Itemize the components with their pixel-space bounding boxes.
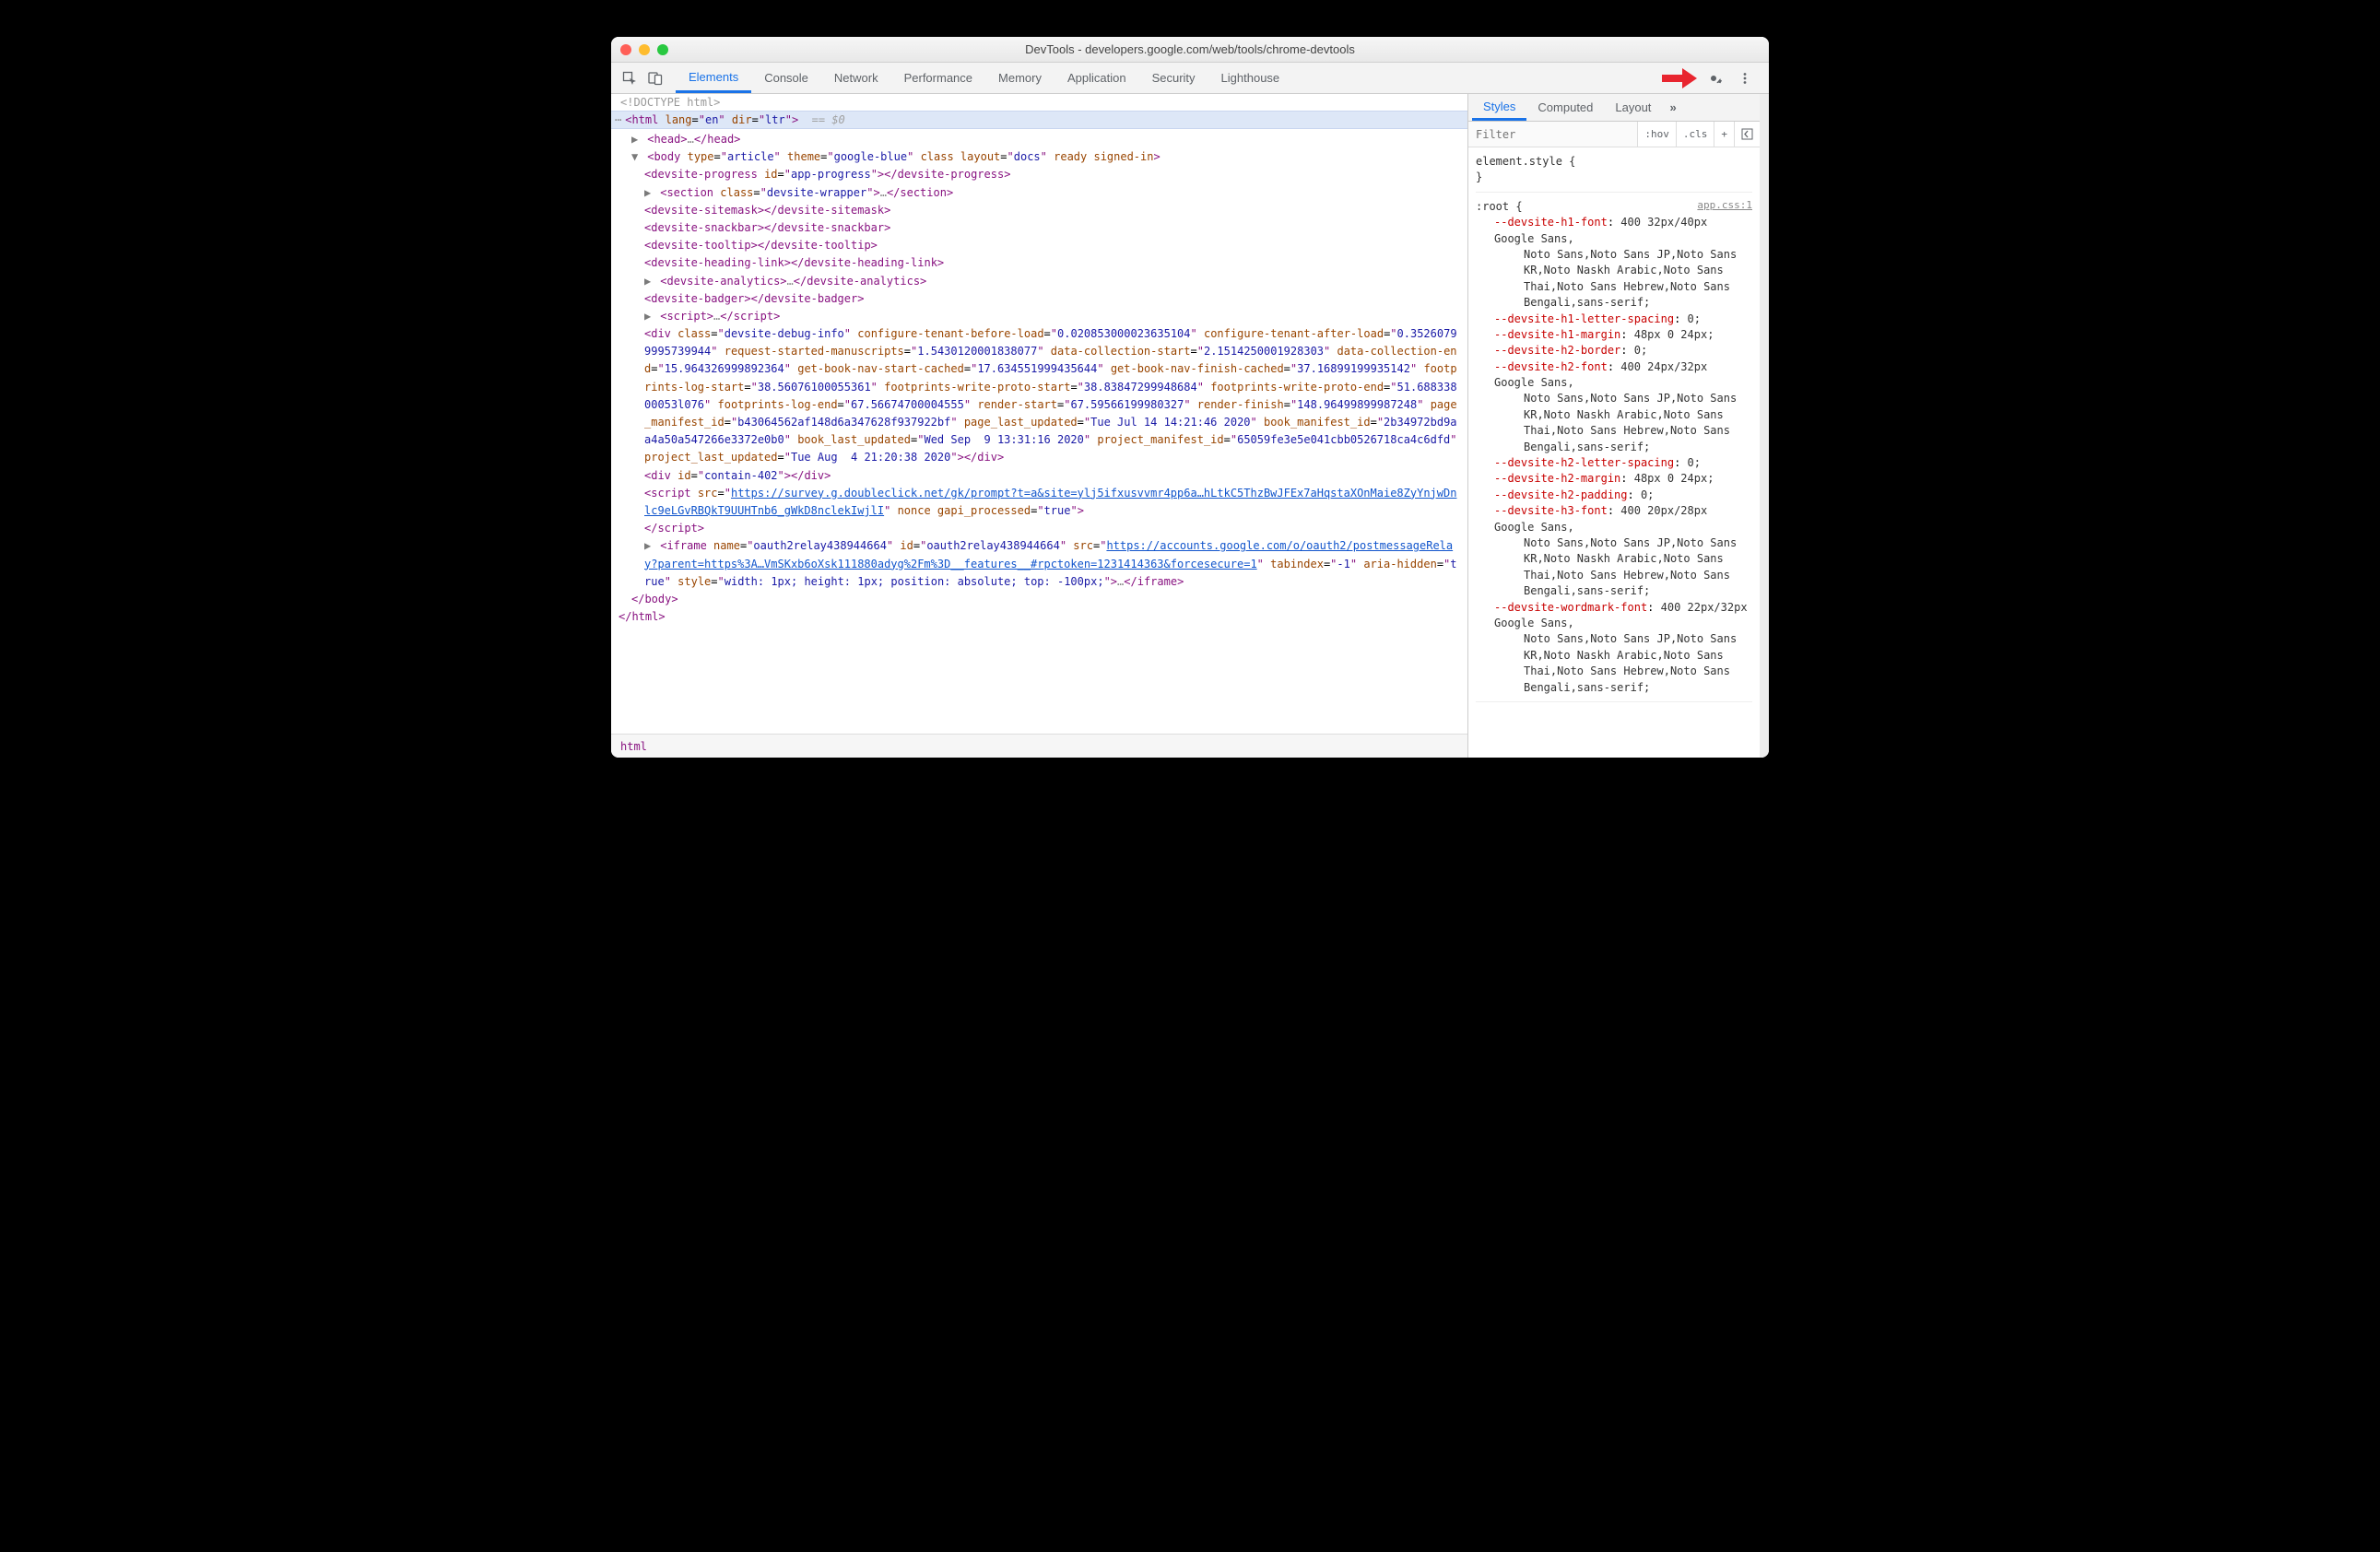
close-window-button[interactable] — [620, 44, 631, 55]
settings-gear-icon[interactable] — [1701, 70, 1726, 87]
tab-application[interactable]: Application — [1055, 63, 1139, 93]
window-controls — [620, 44, 668, 55]
zoom-window-button[interactable] — [657, 44, 668, 55]
tab-console[interactable]: Console — [751, 63, 821, 93]
tab-memory[interactable]: Memory — [985, 63, 1055, 93]
dom-tree[interactable]: ▶ <head>…</head> ▼ <body type="article" … — [611, 129, 1467, 734]
styles-filter-input[interactable] — [1468, 122, 1637, 147]
tab-network[interactable]: Network — [821, 63, 891, 93]
tab-security[interactable]: Security — [1139, 63, 1208, 93]
overflow-dots-icon: ⋯ — [611, 113, 625, 126]
stab-more-icon[interactable]: » — [1662, 94, 1683, 121]
new-style-rule-icon[interactable]: + — [1714, 122, 1734, 147]
devtools-window: DevTools - developers.google.com/web/too… — [611, 37, 1769, 758]
hov-toggle[interactable]: :hov — [1637, 122, 1676, 147]
main-toolbar: Elements Console Network Performance Mem… — [611, 63, 1769, 94]
window-title: DevTools - developers.google.com/web/too… — [611, 42, 1769, 56]
minimize-window-button[interactable] — [639, 44, 650, 55]
rule-root[interactable]: app.css:1 :root { --devsite-h1-font: 400… — [1476, 196, 1752, 702]
styles-tabs: Styles Computed Layout » — [1468, 94, 1760, 122]
tab-elements[interactable]: Elements — [676, 63, 751, 93]
doctype-line: <!DOCTYPE html> — [611, 94, 1467, 111]
tab-performance[interactable]: Performance — [891, 63, 985, 93]
rule-element-style[interactable]: element.style { } — [1476, 151, 1752, 193]
rule-source-link[interactable]: app.css:1 — [1697, 198, 1752, 213]
stab-computed[interactable]: Computed — [1526, 94, 1604, 121]
styles-pane: Styles Computed Layout » :hov .cls + ele… — [1468, 94, 1769, 758]
titlebar: DevTools - developers.google.com/web/too… — [611, 37, 1769, 63]
annotation-arrow-icon — [1660, 65, 1699, 91]
inspect-element-icon[interactable] — [617, 63, 642, 93]
styles-filter-row: :hov .cls + — [1468, 122, 1760, 147]
cls-toggle[interactable]: .cls — [1676, 122, 1714, 147]
device-toolbar-icon[interactable] — [642, 63, 668, 93]
computed-reveal-icon[interactable] — [1734, 122, 1760, 147]
tab-lighthouse[interactable]: Lighthouse — [1208, 63, 1293, 93]
main-tabs: Elements Console Network Performance Mem… — [676, 63, 1660, 93]
kebab-menu-icon[interactable] — [1732, 72, 1758, 85]
selected-node[interactable]: ⋯ <html lang="en" dir="ltr"> == $0 — [611, 111, 1467, 129]
elements-dom-pane: <!DOCTYPE html> ⋯ <html lang="en" dir="l… — [611, 94, 1468, 758]
styles-rules[interactable]: element.style { } app.css:1 :root { --de… — [1468, 147, 1760, 758]
stab-styles[interactable]: Styles — [1472, 94, 1526, 121]
stab-layout[interactable]: Layout — [1604, 94, 1662, 121]
breadcrumbs[interactable]: html — [611, 734, 1467, 758]
